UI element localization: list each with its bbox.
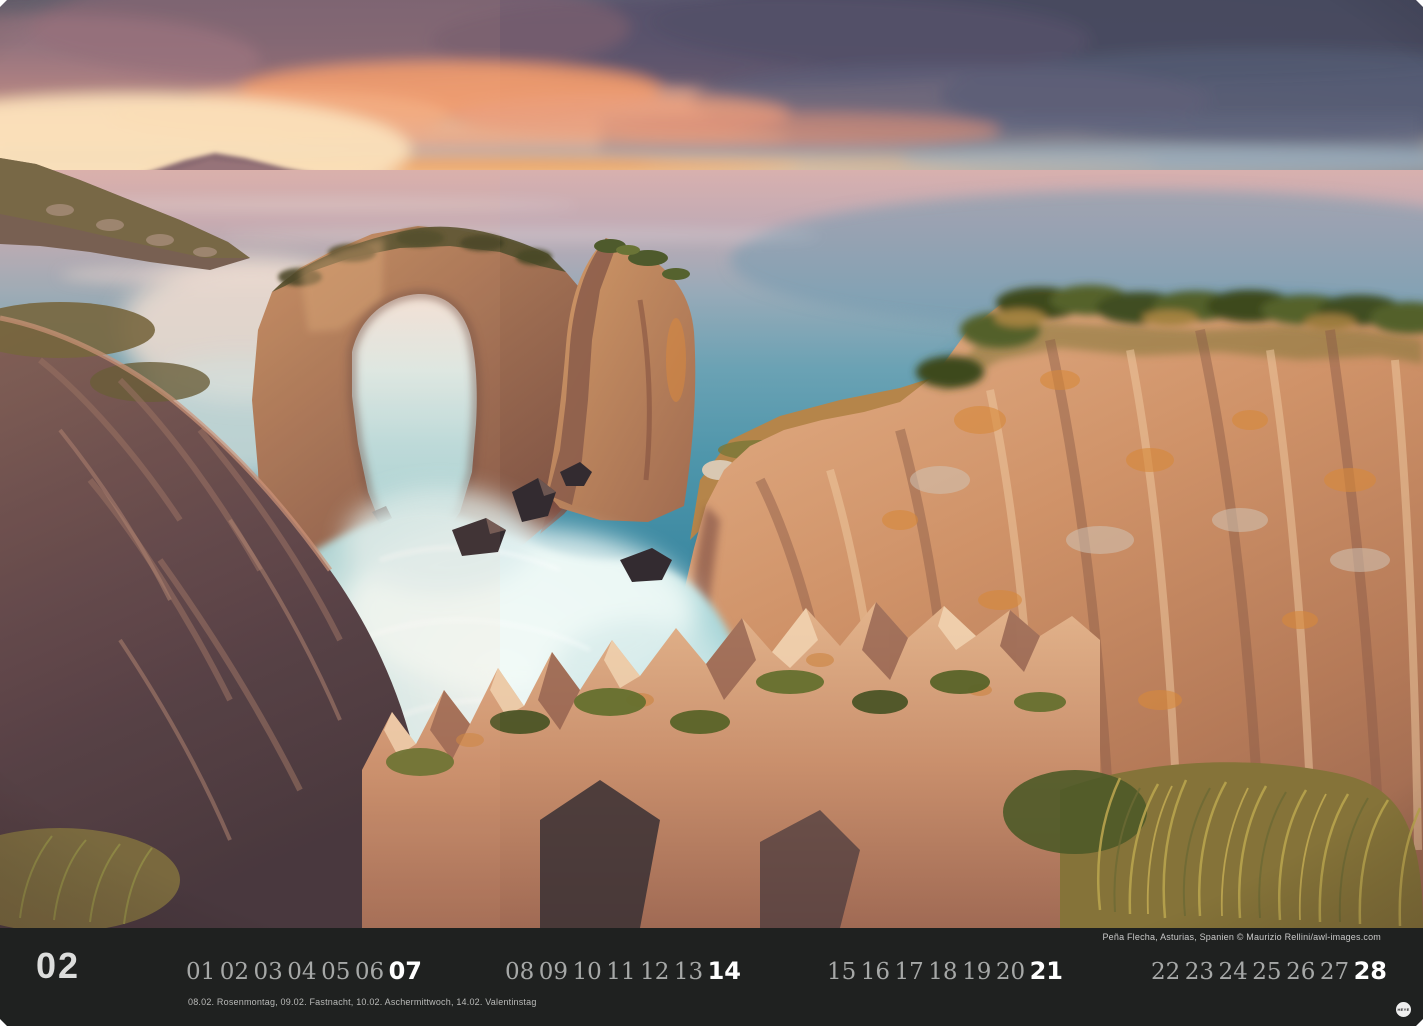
calendar-day: 12 [640,959,669,987]
page-corner [0,1019,7,1026]
calendar-week-4: 22 23 24 25 26 27 28 [1151,957,1387,987]
calendar-week-3: 15 16 17 18 19 20 21 [827,957,1063,987]
calendar-day: 01 [186,959,215,987]
page-corner [1416,0,1423,7]
calendar-day: 23 [1185,959,1214,987]
calendar-day: 24 [1219,959,1248,987]
calendar-day: 20 [996,959,1025,987]
calendar-day-sunday: 14 [708,957,741,986]
calendar-day: 26 [1286,959,1315,987]
photo-credit: Peña Flecha, Asturias, Spanien © Maurizi… [1102,932,1381,942]
calendar-day: 13 [674,959,703,987]
page-corner [0,0,7,7]
calendar-day: 16 [861,959,890,987]
calendar-day: 08 [505,959,534,987]
calendar-photo [0,0,1423,928]
calendar-day: 19 [962,959,991,987]
calendar-page: Peña Flecha, Asturias, Spanien © Maurizi… [0,0,1423,1026]
calendar-week-2: 08 09 10 11 12 13 14 [505,957,741,987]
calendar-day: 25 [1252,959,1281,987]
calendar-day: 10 [573,959,602,987]
publisher-logo-text: HEYE [1397,1007,1409,1012]
warm-light-overlay [0,0,500,928]
calendar-day-sunday: 21 [1030,957,1063,986]
calendar-day: 27 [1320,959,1349,987]
calendar-day: 05 [321,959,350,987]
month-number: 02 [36,948,80,984]
publisher-logo: HEYE [1396,1002,1411,1017]
calendar-day: 09 [539,959,568,987]
calendar-day: 02 [220,959,249,987]
calendar-day-sunday: 28 [1354,957,1387,986]
calendar-bar: Peña Flecha, Asturias, Spanien © Maurizi… [0,928,1423,1026]
holidays-note: 08.02. Rosenmontag, 09.02. Fastnacht, 10… [188,997,537,1007]
calendar-day: 11 [606,959,635,987]
calendar-day-sunday: 07 [389,957,422,986]
landscape-photo-svg [0,0,1423,928]
calendar-day: 03 [254,959,283,987]
calendar-day: 15 [827,959,856,987]
page-corner [1416,1019,1423,1026]
calendar-day: 04 [287,959,316,987]
calendar-day: 18 [928,959,957,987]
calendar-day: 06 [355,959,384,987]
calendar-day: 22 [1151,959,1180,987]
calendar-week-1: 01 02 03 04 05 06 07 [186,957,422,987]
calendar-day: 17 [895,959,924,987]
